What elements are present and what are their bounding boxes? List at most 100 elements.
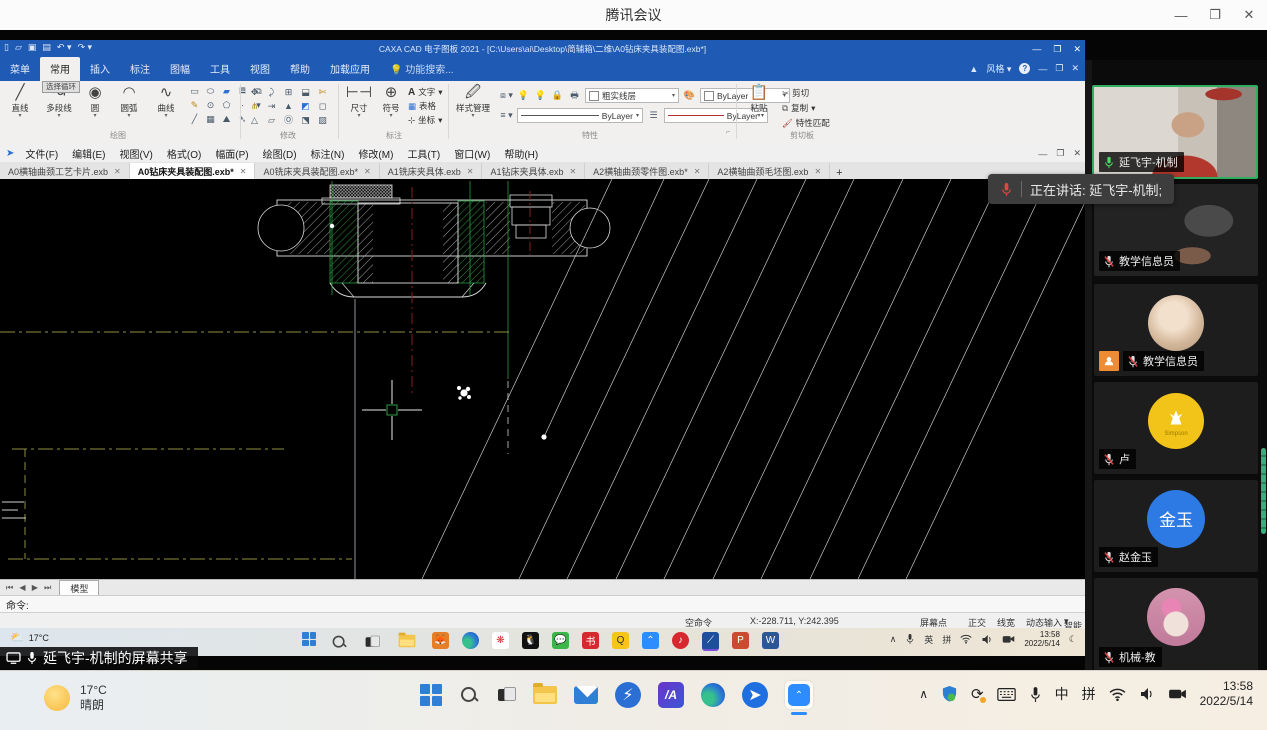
open-file-icon[interactable]: ▱ bbox=[15, 42, 22, 53]
style-switcher[interactable]: 风格 ▾ bbox=[986, 62, 1011, 75]
menu-file[interactable]: 文件(F) bbox=[18, 146, 65, 161]
menu-draw[interactable]: 绘图(D) bbox=[256, 146, 304, 161]
menu-edit[interactable]: 编辑(E) bbox=[65, 146, 112, 161]
erase-icon[interactable]: ▨ bbox=[316, 115, 329, 126]
ime-mode-indicator[interactable]: 拼 bbox=[942, 633, 951, 646]
caxa-maximize-button[interactable]: ❐ bbox=[1053, 44, 1061, 55]
copy-tool[interactable]: ⧉ 复制 ▾ bbox=[782, 102, 830, 114]
ime-lang-indicator[interactable]: 中 bbox=[1055, 684, 1069, 704]
caxa-close-button[interactable]: ✕ bbox=[1073, 44, 1081, 55]
wifi-icon[interactable] bbox=[1109, 688, 1126, 701]
task-view-icon[interactable] bbox=[496, 685, 516, 705]
sketch-icon[interactable]: ╱ bbox=[188, 114, 201, 125]
close-tab-icon[interactable]: ✕ bbox=[694, 167, 701, 176]
tab-help[interactable]: 帮助 bbox=[280, 57, 320, 81]
arc-tool[interactable]: ◠圆弧▾ bbox=[111, 84, 147, 119]
doc-restore-icon[interactable]: ❐ bbox=[1055, 63, 1063, 74]
doc-tab[interactable]: A1钻床夹具体.exb✕ bbox=[482, 163, 585, 179]
mdi-close-icon[interactable]: ✕ bbox=[1073, 148, 1081, 159]
mdi-minimize-icon[interactable]: — bbox=[1038, 149, 1047, 159]
meeting-minimize-button[interactable]: — bbox=[1171, 8, 1191, 23]
menu-tools[interactable]: 工具(T) bbox=[400, 146, 447, 161]
polygon-icon[interactable]: ⬠ bbox=[220, 100, 233, 111]
edge-icon[interactable] bbox=[462, 632, 479, 649]
save-icon[interactable]: ▣ bbox=[28, 42, 37, 53]
menu-dimension[interactable]: 标注(N) bbox=[304, 146, 352, 161]
close-tab-icon[interactable]: ✕ bbox=[467, 167, 474, 176]
mic-tray-icon[interactable] bbox=[1029, 686, 1042, 703]
yellow-app-icon[interactable]: Q bbox=[612, 632, 629, 649]
doc-tab[interactable]: A2横轴曲颈零件图.exb*✕ bbox=[585, 163, 709, 179]
search-icon[interactable] bbox=[459, 685, 479, 705]
status-smart-toggle[interactable]: 智能 ▾ bbox=[1064, 616, 1069, 627]
tab-menu[interactable]: 菜单 bbox=[0, 57, 40, 81]
host-weather-widget[interactable]: 17°C晴朗 bbox=[44, 683, 107, 713]
start-button[interactable] bbox=[302, 632, 316, 646]
layer-off-bulb-icon[interactable]: 💡 bbox=[534, 90, 547, 101]
participant-tile[interactable]: 金玉 赵金玉 bbox=[1094, 480, 1258, 572]
trim-icon[interactable]: ✄ bbox=[316, 87, 329, 98]
tab-insert[interactable]: 插入 bbox=[80, 57, 120, 81]
doc-tab[interactable]: A0横轴曲颈工艺卡片.exb✕ bbox=[0, 163, 130, 179]
speaker-icon[interactable] bbox=[1139, 687, 1155, 701]
browser-orange-icon[interactable]: 🦊 bbox=[432, 632, 449, 649]
scale-icon[interactable]: ▲ bbox=[282, 101, 295, 112]
meeting-maximize-button[interactable]: ❐ bbox=[1205, 7, 1225, 23]
tab-view[interactable]: 视图 bbox=[240, 57, 280, 81]
table-tool[interactable]: ▦ 表格 bbox=[408, 100, 443, 112]
night-mode-icon[interactable]: ☾ bbox=[1069, 634, 1077, 645]
powerpoint-icon[interactable]: P bbox=[732, 632, 749, 649]
spline-pen-icon[interactable]: ✎ bbox=[188, 100, 201, 111]
curve-tool[interactable]: ∿曲线▾ bbox=[148, 84, 184, 119]
ribbon-collapse-icon[interactable]: ▲ bbox=[969, 64, 978, 74]
command-line[interactable]: 命令: bbox=[0, 595, 1085, 612]
sheet-nav-arrows[interactable]: ⏮ ◀ ▶ ⏭ bbox=[0, 583, 59, 593]
doc-minimize-icon[interactable]: — bbox=[1038, 64, 1047, 74]
grid-icon[interactable]: ▦ bbox=[204, 114, 217, 125]
close-tab-icon[interactable]: ✕ bbox=[240, 167, 247, 176]
mdi-restore-icon[interactable]: ❐ bbox=[1056, 148, 1064, 159]
word-icon[interactable]: W bbox=[762, 632, 779, 649]
ime-lang-indicator[interactable]: 英 bbox=[924, 633, 933, 646]
stretch-icon[interactable]: ⬓ bbox=[299, 87, 312, 98]
tab-addons[interactable]: 加载应用 bbox=[320, 57, 380, 81]
close-tab-icon[interactable]: ✕ bbox=[569, 167, 576, 176]
touch-keyboard-icon[interactable] bbox=[997, 688, 1016, 701]
ime-mode-indicator[interactable]: 拼 bbox=[1082, 684, 1096, 704]
ellipse-icon[interactable]: ⬭ bbox=[204, 86, 217, 97]
mirror-icon[interactable]: ⋔ bbox=[248, 101, 261, 112]
align-icon[interactable]: ▱ bbox=[265, 115, 278, 126]
undo-icon[interactable]: ↶ ▾ bbox=[57, 42, 72, 53]
tencent-meeting-icon[interactable]: ⌃ bbox=[642, 632, 659, 649]
paste-tool[interactable]: 📋粘贴▾ bbox=[742, 84, 776, 119]
edge-icon[interactable] bbox=[701, 683, 725, 707]
shared-clock[interactable]: 13:582022/5/14 bbox=[1024, 630, 1060, 648]
tab-dimension[interactable]: 标注 bbox=[120, 57, 160, 81]
model-tab[interactable]: 模型 bbox=[59, 580, 99, 596]
caxa-app-icon[interactable]: /A bbox=[658, 682, 684, 708]
symbol-tool[interactable]: ⊕符号▾ bbox=[376, 84, 406, 119]
netease-music-icon[interactable]: ♪ bbox=[672, 632, 689, 649]
caxa-icon[interactable]: ⟋ bbox=[702, 632, 719, 651]
doc-tab[interactable]: A2横轴曲颈毛坯图.exb✕ bbox=[709, 163, 830, 179]
participant-tile-speaking[interactable]: 延飞宇-机制 bbox=[1092, 85, 1258, 179]
properties-dialog-launcher[interactable]: ⌐ bbox=[726, 129, 730, 136]
ole-icon[interactable]: ⊙ bbox=[204, 100, 217, 111]
hatch-icon[interactable]: ▰ bbox=[220, 86, 233, 97]
menu-sheet[interactable]: 幅面(P) bbox=[208, 146, 255, 161]
layer-print-icon[interactable]: 🖶 bbox=[568, 90, 581, 101]
explode-icon[interactable]: △ bbox=[248, 115, 261, 126]
host-clock[interactable]: 13:582022/5/14 bbox=[1200, 679, 1253, 709]
break-icon[interactable]: Ⓞ bbox=[282, 115, 295, 126]
paperplane-app-icon[interactable]: ➤ bbox=[742, 682, 768, 708]
doc-tab-active[interactable]: A0钻床夹具装配图.exb*✕ bbox=[130, 163, 256, 179]
tray-expand-icon[interactable]: ∧ bbox=[919, 687, 928, 701]
layer-tool-icon[interactable]: ⧈ ▾ bbox=[500, 90, 513, 101]
style-manager-tool[interactable]: 🖉样式管理▾ bbox=[452, 84, 494, 119]
image-icon[interactable]: ⛰ bbox=[220, 114, 233, 125]
wifi-icon[interactable] bbox=[960, 634, 972, 644]
new-tab-button[interactable]: + bbox=[830, 167, 848, 179]
menu-format[interactable]: 格式(O) bbox=[160, 146, 208, 161]
task-view-icon[interactable] bbox=[364, 634, 380, 650]
red-app-icon[interactable]: 书 bbox=[582, 632, 599, 649]
